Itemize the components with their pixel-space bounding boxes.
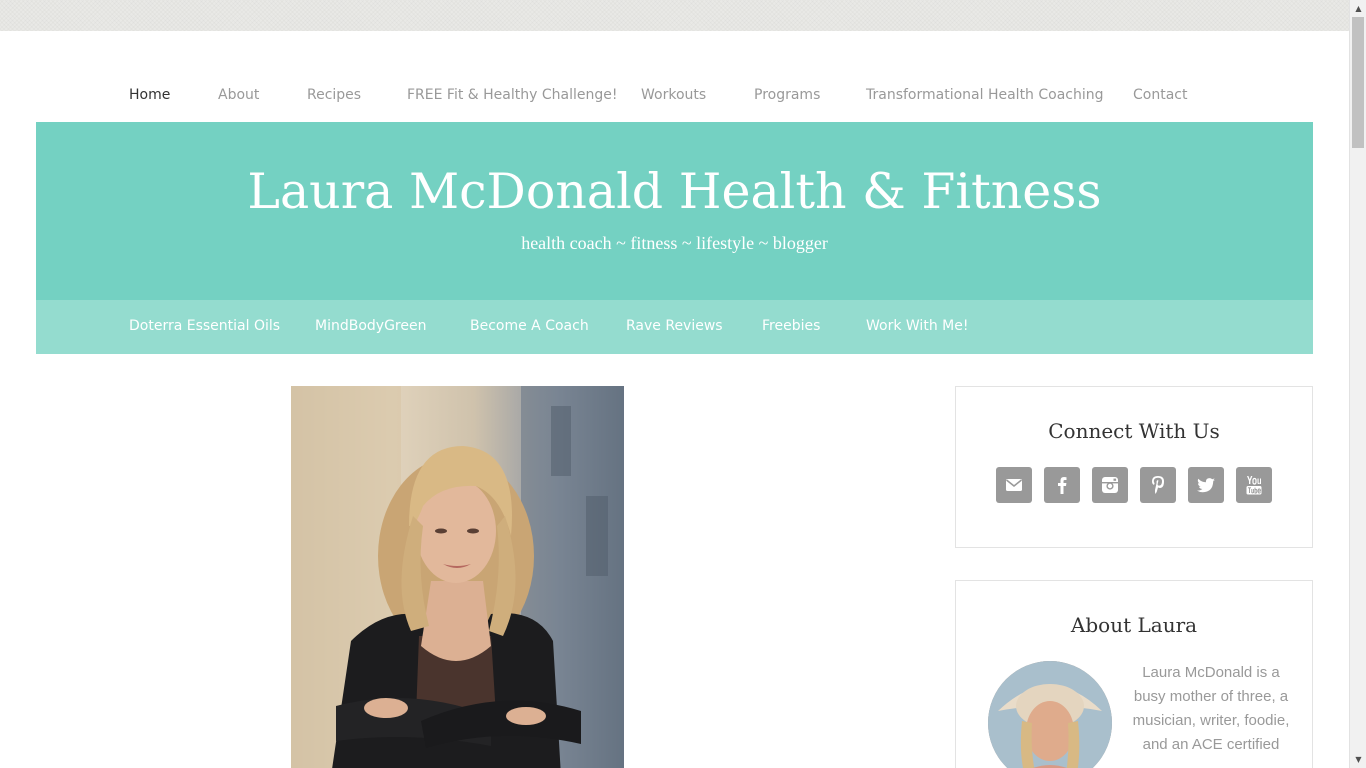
about-widget: About Laura Laura McDonald is a busy mot… (955, 580, 1313, 768)
page: Home About Recipes FREE Fit & Healthy Ch… (0, 31, 1349, 768)
subnav-mindbodygreen[interactable]: MindBodyGreen (315, 318, 426, 334)
subnav-doterra[interactable]: Doterra Essential Oils (129, 318, 280, 334)
nav-recipes[interactable]: Recipes (307, 87, 361, 103)
nav-health-coaching[interactable]: Transformational Health Coaching (866, 87, 1104, 103)
nav-free-challenge[interactable]: FREE Fit & Healthy Challenge! (407, 87, 617, 103)
scrollbar[interactable]: ▲ ▼ (1349, 0, 1366, 768)
scroll-up-icon[interactable]: ▲ (1350, 0, 1366, 17)
subnav-become-coach[interactable]: Become A Coach (470, 318, 589, 334)
nav-about[interactable]: About (218, 87, 259, 103)
nav-programs[interactable]: Programs (754, 87, 820, 103)
twitter-icon[interactable] (1188, 467, 1224, 503)
portrait-photo (291, 386, 624, 768)
nav-contact[interactable]: Contact (1133, 87, 1187, 103)
subnav-freebies[interactable]: Freebies (762, 318, 820, 334)
youtube-icon[interactable] (1236, 467, 1272, 503)
about-text: Laura McDonald is a busy mother of three… (1132, 664, 1290, 753)
secondary-nav: Doterra Essential Oils MindBodyGreen Bec… (36, 300, 1313, 354)
about-avatar (988, 661, 1112, 768)
scroll-down-icon[interactable]: ▼ (1350, 751, 1366, 768)
nav-home[interactable]: Home (129, 87, 170, 103)
connect-widget-title: Connect With Us (1048, 419, 1220, 443)
subnav-work-with-me[interactable]: Work With Me! (866, 318, 968, 334)
instagram-icon[interactable] (1092, 467, 1128, 503)
site-header: Laura McDonald Health & Fitness health c… (36, 122, 1313, 300)
portrait-illustration (291, 386, 624, 768)
site-title[interactable]: Laura McDonald Health & Fitness (36, 163, 1313, 220)
about-widget-title: About Laura (1070, 613, 1198, 637)
pinterest-icon[interactable] (1140, 467, 1176, 503)
connect-widget: Connect With Us (955, 386, 1313, 548)
subnav-rave-reviews[interactable]: Rave Reviews (626, 318, 723, 334)
site-tagline: health coach ~ fitness ~ lifestyle ~ blo… (521, 233, 828, 253)
email-icon[interactable] (996, 467, 1032, 503)
nav-workouts[interactable]: Workouts (641, 87, 706, 103)
scroll-thumb[interactable] (1352, 17, 1364, 148)
facebook-icon[interactable] (1044, 467, 1080, 503)
top-nav: Home About Recipes FREE Fit & Healthy Ch… (0, 31, 1349, 121)
